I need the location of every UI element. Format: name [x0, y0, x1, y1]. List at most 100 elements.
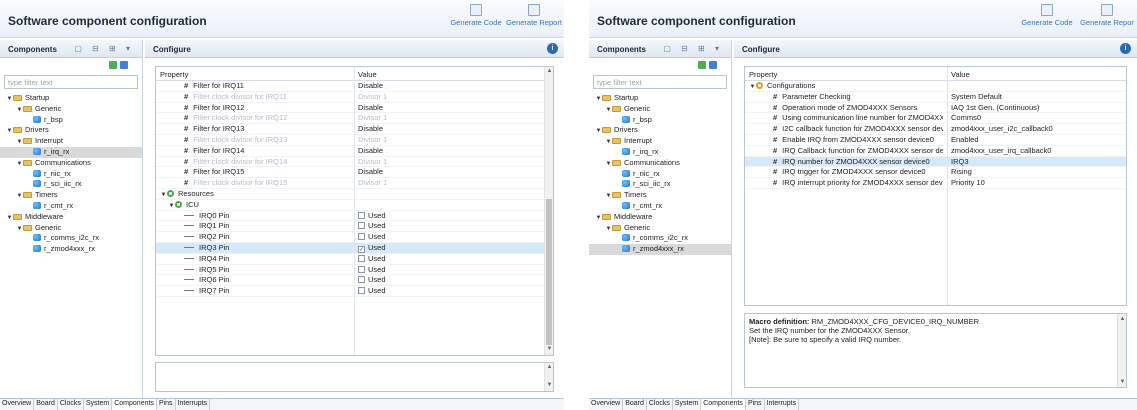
- tree-node[interactable]: ▼ Generic: [589, 223, 731, 234]
- tree-node[interactable]: ▼ Generic: [0, 223, 142, 234]
- value-cell[interactable]: Rising: [951, 167, 1114, 178]
- add-component-icon[interactable]: [698, 61, 706, 69]
- used-checkbox[interactable]: [358, 265, 365, 273]
- table-row[interactable]: # IRQ number for ZMOD4XXX sensor device0 I…: [745, 156, 1126, 168]
- scroll-down-icon[interactable]: ▼: [546, 346, 553, 354]
- tree-node[interactable]: r_zmod4xxx_rx: [0, 244, 142, 255]
- tree-node[interactable]: ▼ Drivers: [0, 125, 142, 136]
- value-cell[interactable]: Used: [358, 254, 541, 265]
- table-row[interactable]: # IRQ trigger for ZMOD4XXX sensor device0…: [745, 167, 1126, 179]
- value-cell[interactable]: Divisor 1: [358, 113, 541, 124]
- tree-node[interactable]: ▼ Middleware: [0, 212, 142, 223]
- tree-node[interactable]: r_riic_rx: [0, 169, 142, 180]
- tree-node[interactable]: ▼ Middleware: [589, 212, 731, 223]
- filter-input[interactable]: type filter text: [4, 75, 138, 89]
- table-row[interactable]: ▼ Configurations: [745, 81, 1126, 92]
- tab-interrupts[interactable]: Interrupts: [176, 399, 211, 410]
- info-icon[interactable]: i: [1120, 43, 1131, 54]
- value-cell[interactable]: Used: [358, 232, 541, 243]
- used-checkbox[interactable]: [358, 211, 365, 219]
- tree-node[interactable]: ▼ Startup: [0, 93, 142, 104]
- tree-node[interactable]: r_cmt_rx: [0, 201, 142, 212]
- generate-report-button[interactable]: Generate Report: [506, 4, 562, 27]
- tab-system[interactable]: System: [673, 399, 702, 410]
- table-row[interactable]: # Parameter Checking System Default: [745, 92, 1126, 103]
- scroll-up-icon[interactable]: ▲: [546, 68, 553, 76]
- components-toolbar-icons[interactable]: ▢ ⊟ ⊞ ▾: [74, 44, 134, 53]
- value-cell[interactable]: Priority 10: [951, 178, 1114, 189]
- tree-node[interactable]: r_comms_i2c_rx: [0, 233, 142, 244]
- tab-overview[interactable]: Overview: [589, 399, 624, 410]
- value-cell[interactable]: Comms0: [951, 113, 1114, 124]
- generate-code-button[interactable]: Generate Code: [448, 4, 504, 27]
- value-cell[interactable]: Used: [358, 275, 541, 286]
- used-checkbox[interactable]: ✓: [358, 245, 365, 253]
- value-cell[interactable]: Disable: [358, 124, 541, 135]
- tree-node[interactable]: ▼ Interrupt: [589, 136, 731, 147]
- remove-component-icon[interactable]: [120, 61, 128, 69]
- tree-node[interactable]: r_comms_i2c_rx: [589, 233, 731, 244]
- value-cell[interactable]: zmod4xxx_user_irq_callback0: [951, 146, 1114, 157]
- description-scrollbar[interactable]: ▲ ▼: [1117, 314, 1126, 387]
- add-component-icon[interactable]: [109, 61, 117, 69]
- tab-interrupts[interactable]: Interrupts: [765, 399, 800, 410]
- value-cell[interactable]: Disable: [358, 146, 541, 157]
- tree-node[interactable]: r_sci_iic_rx: [589, 179, 731, 190]
- desc-scroll-down-icon[interactable]: ▼: [1119, 378, 1126, 386]
- value-cell[interactable]: Enabled: [951, 135, 1114, 146]
- value-cell[interactable]: Disable: [358, 167, 541, 178]
- desc-scroll-up-icon[interactable]: ▲: [1119, 315, 1126, 323]
- value-cell[interactable]: Disable: [358, 103, 541, 114]
- tree-node[interactable]: r_zmod4xxx_rx: [589, 244, 731, 255]
- tab-pins[interactable]: Pins: [746, 399, 765, 410]
- tree-node[interactable]: r_bsp: [589, 115, 731, 126]
- tab-system[interactable]: System: [84, 399, 113, 410]
- value-cell[interactable]: Divisor 1: [358, 157, 541, 168]
- value-cell[interactable]: Used: [358, 265, 541, 276]
- table-row[interactable]: # Enable IRQ from ZMOD4XXX sensor device0…: [745, 135, 1126, 146]
- tree-node[interactable]: ▼ Generic: [589, 104, 731, 115]
- remove-component-icon[interactable]: [709, 61, 717, 69]
- generate-code-button[interactable]: Generate Code: [1019, 4, 1075, 27]
- tree-node[interactable]: ▼ Communications: [589, 158, 731, 169]
- tree-node[interactable]: ▼ Drivers: [589, 125, 731, 136]
- used-checkbox[interactable]: [358, 287, 365, 295]
- tree-node[interactable]: ▼ Timers: [589, 190, 731, 201]
- tree-node[interactable]: ▼ Interrupt: [0, 136, 142, 147]
- tree-node[interactable]: r_irq_rx: [589, 147, 731, 158]
- table-row[interactable]: # Operation mode of ZMOD4XXX Sensors IAQ 1…: [745, 103, 1126, 114]
- description-scrollbar[interactable]: ▲ ▼: [544, 363, 553, 391]
- tab-overview[interactable]: Overview: [0, 399, 35, 410]
- scroll-thumb[interactable]: [546, 199, 552, 345]
- table-row[interactable]: # I2C callback function for ZMOD4XXX sens…: [745, 124, 1126, 135]
- value-cell[interactable]: Used: [358, 286, 541, 297]
- tab-board[interactable]: Board: [34, 399, 58, 410]
- tree-node[interactable]: ▼ Timers: [0, 190, 142, 201]
- table-row[interactable]: # IRQ interrupt priority for ZMOD4XXX sen…: [745, 178, 1126, 189]
- value-cell[interactable]: Divisor 1: [358, 135, 541, 146]
- table-row[interactable]: # IRQ Callback function for ZMOD4XXX sens…: [745, 146, 1126, 157]
- tab-pins[interactable]: Pins: [157, 399, 176, 410]
- tab-clocks[interactable]: Clocks: [647, 399, 673, 410]
- value-cell[interactable]: IAQ 1st Gen. (Continuous): [951, 103, 1114, 114]
- info-icon[interactable]: i: [547, 43, 558, 54]
- tree-node[interactable]: r_irq_rx: [0, 146, 142, 158]
- tree-node[interactable]: ▼ Startup: [589, 93, 731, 104]
- tab-components[interactable]: Components: [701, 399, 746, 410]
- value-cell[interactable]: ✓ Used: [358, 243, 541, 254]
- desc-scroll-up-icon[interactable]: ▲: [546, 364, 553, 372]
- tree-node[interactable]: r_cmt_rx: [589, 201, 731, 212]
- used-checkbox[interactable]: [358, 233, 365, 241]
- tab-components[interactable]: Components: [112, 399, 157, 410]
- used-checkbox[interactable]: [358, 276, 365, 284]
- value-cell[interactable]: Divisor 1: [358, 178, 541, 189]
- tree-node[interactable]: ▼ Communications: [0, 158, 142, 169]
- value-cell[interactable]: zmod4xxx_user_i2c_callback0: [951, 124, 1114, 135]
- used-checkbox[interactable]: [358, 254, 365, 262]
- components-toolbar-icons[interactable]: ▢ ⊟ ⊞ ▾: [663, 44, 723, 53]
- value-cell[interactable]: Divisor 1: [358, 92, 541, 103]
- value-cell[interactable]: IRQ3: [951, 157, 1114, 168]
- tab-board[interactable]: Board: [623, 399, 647, 410]
- tree-node[interactable]: r_sci_iic_rx: [0, 179, 142, 190]
- tree-node[interactable]: ▼ Generic: [0, 104, 142, 115]
